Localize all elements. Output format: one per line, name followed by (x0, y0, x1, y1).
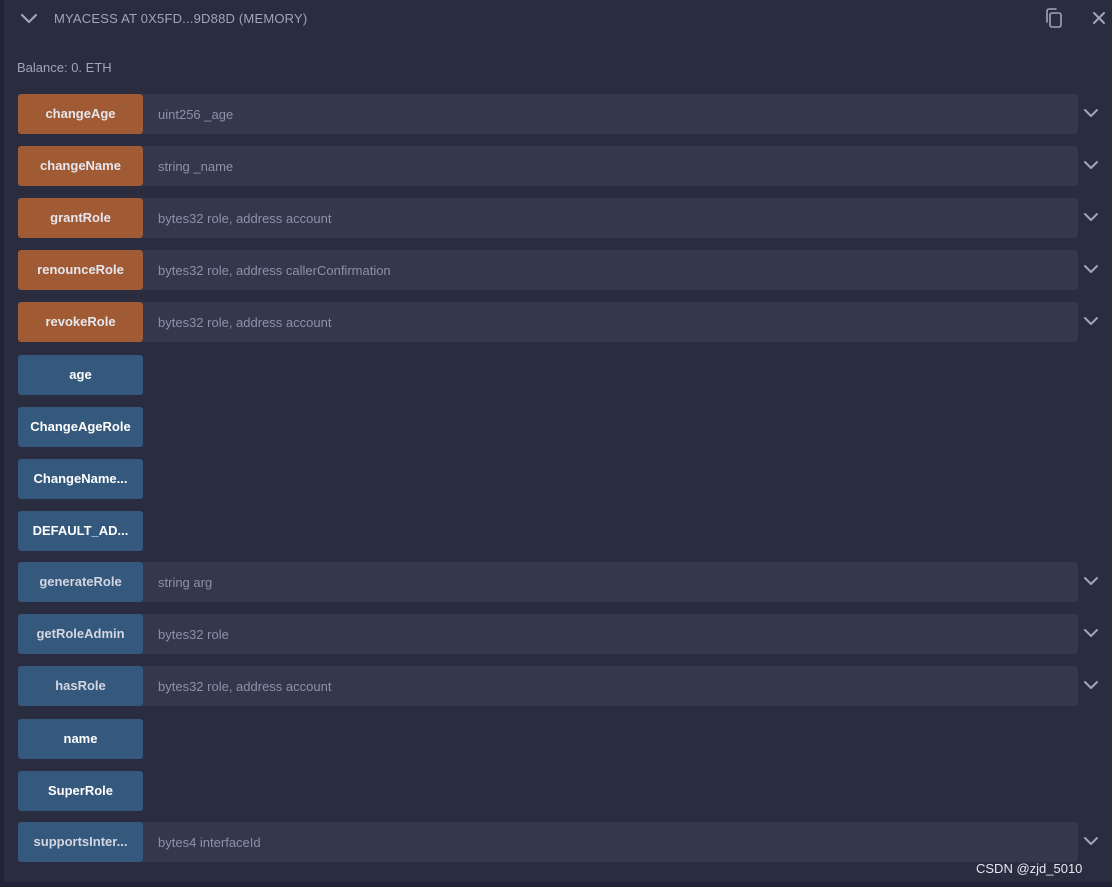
generateRole-button[interactable]: generateRole (18, 562, 143, 602)
chevron-down-icon[interactable] (1082, 572, 1100, 590)
chevron-down-icon[interactable] (1082, 312, 1100, 330)
chevron-down-icon[interactable] (1082, 156, 1100, 174)
supportsInterface-button[interactable]: supportsInter... (18, 822, 143, 862)
revokeRole-button[interactable]: revokeRole (18, 302, 143, 342)
ChangeAgeRole-button[interactable]: ChangeAgeRole (18, 407, 143, 447)
SuperRole-button[interactable]: SuperRole (18, 771, 143, 811)
ChangeNameRole-button[interactable]: ChangeName... (18, 459, 143, 499)
panel-bottom-border (0, 882, 1112, 887)
chevron-down-icon[interactable] (1082, 832, 1100, 850)
chevron-down-icon[interactable] (1082, 104, 1100, 122)
balance-label: Balance: 0. ETH (17, 60, 112, 75)
chevron-down-icon[interactable] (1082, 624, 1100, 642)
chevron-down-icon[interactable] (1082, 260, 1100, 278)
hasRole-args-input[interactable] (143, 666, 1078, 706)
renounceRole-button[interactable]: renounceRole (18, 250, 143, 290)
chevron-down-icon[interactable] (1082, 208, 1100, 226)
contract-header: MYACESS AT 0X5FD...9D88D (MEMORY) (0, 0, 1112, 38)
watermark-label: CSDN @zjd_5010 (976, 861, 1083, 876)
close-icon[interactable] (1091, 10, 1107, 26)
DEFAULT_ADMIN_ROLE-button[interactable]: DEFAULT_AD... (18, 511, 143, 551)
getRoleAdmin-button[interactable]: getRoleAdmin (18, 614, 143, 654)
changeAge-button[interactable]: changeAge (18, 94, 143, 134)
grantRole-args-input[interactable] (143, 198, 1078, 238)
changeName-button[interactable]: changeName (18, 146, 143, 186)
name-button[interactable]: name (18, 719, 143, 759)
revokeRole-args-input[interactable] (143, 302, 1078, 342)
age-button[interactable]: age (18, 355, 143, 395)
copy-icon[interactable] (1044, 7, 1064, 29)
chevron-down-icon[interactable] (18, 10, 40, 28)
deployed-contract-panel: MYACESS AT 0X5FD...9D88D (MEMORY) Balanc… (0, 0, 1112, 887)
getRoleAdmin-args-input[interactable] (143, 614, 1078, 654)
supportsInterface-args-input[interactable] (143, 822, 1078, 862)
contract-title[interactable]: MYACESS AT 0X5FD...9D88D (MEMORY) (54, 11, 307, 26)
changeName-args-input[interactable] (143, 146, 1078, 186)
chevron-down-icon[interactable] (1082, 676, 1100, 694)
hasRole-button[interactable]: hasRole (18, 666, 143, 706)
changeAge-args-input[interactable] (143, 94, 1078, 134)
renounceRole-args-input[interactable] (143, 250, 1078, 290)
generateRole-args-input[interactable] (143, 562, 1078, 602)
grantRole-button[interactable]: grantRole (18, 198, 143, 238)
panel-left-border (0, 0, 4, 887)
